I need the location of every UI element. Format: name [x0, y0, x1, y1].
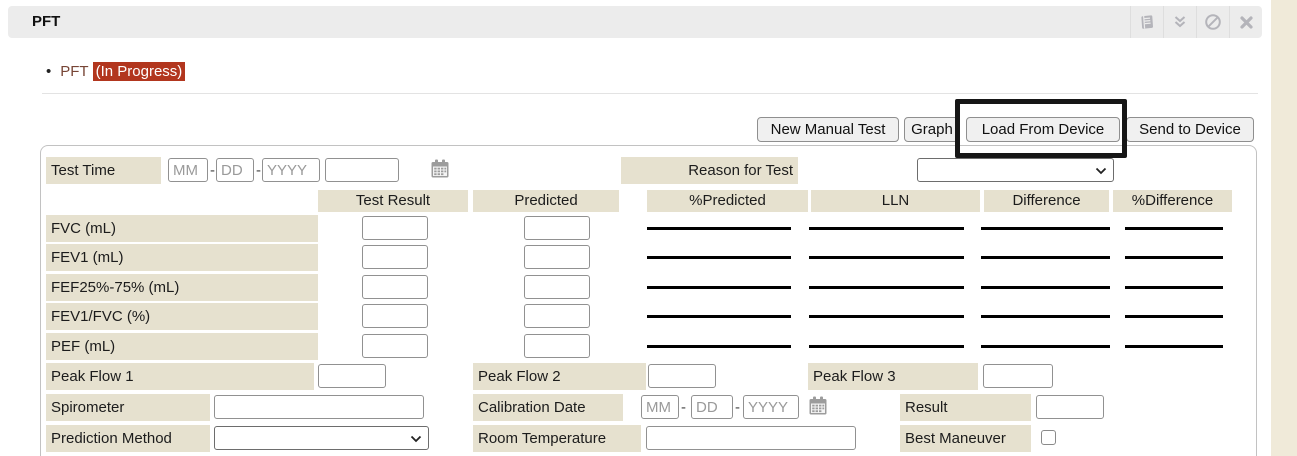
- test-time-mm-input[interactable]: [168, 158, 208, 182]
- empty-value-line: [1125, 286, 1223, 289]
- date-separator: -: [735, 399, 740, 416]
- pft-form-panel: Test Time - - Reason for Test: [40, 145, 1257, 456]
- load-from-device-button[interactable]: Load From Device: [966, 117, 1120, 142]
- panel-toolbar: [1130, 6, 1262, 38]
- fev1-predicted-input[interactable]: [524, 245, 590, 269]
- calibration-date-label: Calibration Date: [473, 394, 623, 421]
- peak-flow-2-label: Peak Flow 2: [473, 363, 646, 390]
- column-header-difference: Difference: [984, 190, 1109, 212]
- page-title: PFT: [32, 6, 60, 38]
- jumplist-row: • PFT (In Progress): [46, 63, 185, 80]
- panel-titlebar: PFT: [8, 6, 1262, 38]
- right-side-strip: [1271, 0, 1297, 456]
- best-maneuver-checkbox[interactable]: [1041, 430, 1056, 445]
- empty-value-line: [981, 315, 1110, 318]
- metric-label-fev1: FEV1 (mL): [46, 244, 318, 271]
- cancel-icon[interactable]: [1196, 6, 1229, 38]
- spirometer-label: Spirometer: [46, 394, 210, 421]
- fev1-fvc-test-result-input[interactable]: [362, 304, 428, 328]
- result-input[interactable]: [1036, 395, 1104, 419]
- graph-button[interactable]: Graph: [904, 117, 960, 142]
- metric-label-fvc: FVC (mL): [46, 215, 318, 242]
- empty-value-line: [981, 286, 1110, 289]
- result-label: Result: [900, 394, 1031, 421]
- pft-screen: PFT: [0, 0, 1297, 456]
- metric-label-fev1-fvc: FEV1/FVC (%): [46, 303, 318, 330]
- empty-value-line: [647, 345, 791, 348]
- room-temperature-label: Room Temperature: [473, 425, 641, 452]
- fvc-predicted-input[interactable]: [524, 216, 590, 240]
- peak-flow-1-label: Peak Flow 1: [46, 363, 314, 390]
- fef-predicted-input[interactable]: [524, 275, 590, 299]
- calibration-dd-input[interactable]: [691, 395, 733, 419]
- empty-value-line: [809, 227, 964, 230]
- chevron-down-icon: [1095, 167, 1107, 175]
- empty-value-line: [809, 256, 964, 259]
- jumplist-pft-link[interactable]: PFT: [60, 63, 88, 80]
- empty-value-line: [981, 345, 1110, 348]
- fev1-test-result-input[interactable]: [362, 245, 428, 269]
- test-time-calendar-icon[interactable]: [429, 158, 451, 180]
- peak-flow-3-input[interactable]: [983, 364, 1053, 388]
- best-maneuver-label: Best Maneuver: [900, 425, 1031, 452]
- empty-value-line: [981, 256, 1110, 259]
- empty-value-line: [647, 286, 791, 289]
- journal-icon[interactable]: [1130, 6, 1163, 38]
- section-divider: [42, 93, 1258, 94]
- empty-value-line: [809, 286, 964, 289]
- reason-for-test-select[interactable]: [917, 158, 1114, 182]
- chevron-down-icon: [410, 435, 422, 443]
- fef-test-result-input[interactable]: [362, 275, 428, 299]
- empty-value-line: [647, 256, 791, 259]
- empty-value-line: [647, 227, 791, 230]
- column-header-predicted: Predicted: [473, 190, 619, 212]
- empty-value-line: [809, 315, 964, 318]
- pef-test-result-input[interactable]: [362, 334, 428, 358]
- send-to-device-button[interactable]: Send to Device: [1126, 117, 1254, 142]
- date-separator: -: [256, 162, 261, 179]
- prediction-method-label: Prediction Method: [46, 425, 210, 452]
- fvc-test-result-input[interactable]: [362, 216, 428, 240]
- empty-value-line: [1125, 227, 1223, 230]
- metric-label-fef: FEF25%-75% (mL): [46, 274, 318, 301]
- close-icon[interactable]: [1229, 6, 1262, 38]
- empty-value-line: [1125, 345, 1223, 348]
- room-temperature-input[interactable]: [646, 426, 856, 450]
- reason-for-test-label: Reason for Test: [621, 157, 798, 184]
- calibration-mm-input[interactable]: [641, 395, 679, 419]
- bullet-dot: •: [46, 63, 51, 80]
- column-header-lln: LLN: [811, 190, 980, 212]
- column-header-test-result: Test Result: [318, 190, 468, 212]
- fev1-fvc-predicted-input[interactable]: [524, 304, 590, 328]
- status-badge: (In Progress): [93, 62, 186, 81]
- calibration-calendar-icon[interactable]: [807, 395, 829, 417]
- test-time-time-input[interactable]: [325, 158, 399, 182]
- new-manual-test-button[interactable]: New Manual Test: [757, 117, 899, 142]
- prediction-method-select[interactable]: [214, 426, 429, 450]
- collapse-icon[interactable]: [1163, 6, 1196, 38]
- empty-value-line: [809, 345, 964, 348]
- date-separator: -: [210, 162, 215, 179]
- peak-flow-2-input[interactable]: [648, 364, 716, 388]
- empty-value-line: [1125, 256, 1223, 259]
- peak-flow-3-label: Peak Flow 3: [808, 363, 978, 390]
- empty-value-line: [1125, 315, 1223, 318]
- empty-value-line: [647, 315, 791, 318]
- peak-flow-1-input[interactable]: [318, 364, 386, 388]
- column-header-percent-predicted: %Predicted: [647, 190, 808, 212]
- spirometer-input[interactable]: [214, 395, 424, 419]
- test-time-dd-input[interactable]: [216, 158, 254, 182]
- test-time-yyyy-input[interactable]: [262, 158, 320, 182]
- pef-predicted-input[interactable]: [524, 334, 590, 358]
- column-header-percent-difference: %Difference: [1113, 190, 1232, 212]
- empty-value-line: [981, 227, 1110, 230]
- test-time-label: Test Time: [46, 157, 161, 184]
- calibration-yyyy-input[interactable]: [743, 395, 799, 419]
- date-separator: -: [681, 399, 686, 416]
- metric-label-pef: PEF (mL): [46, 333, 318, 360]
